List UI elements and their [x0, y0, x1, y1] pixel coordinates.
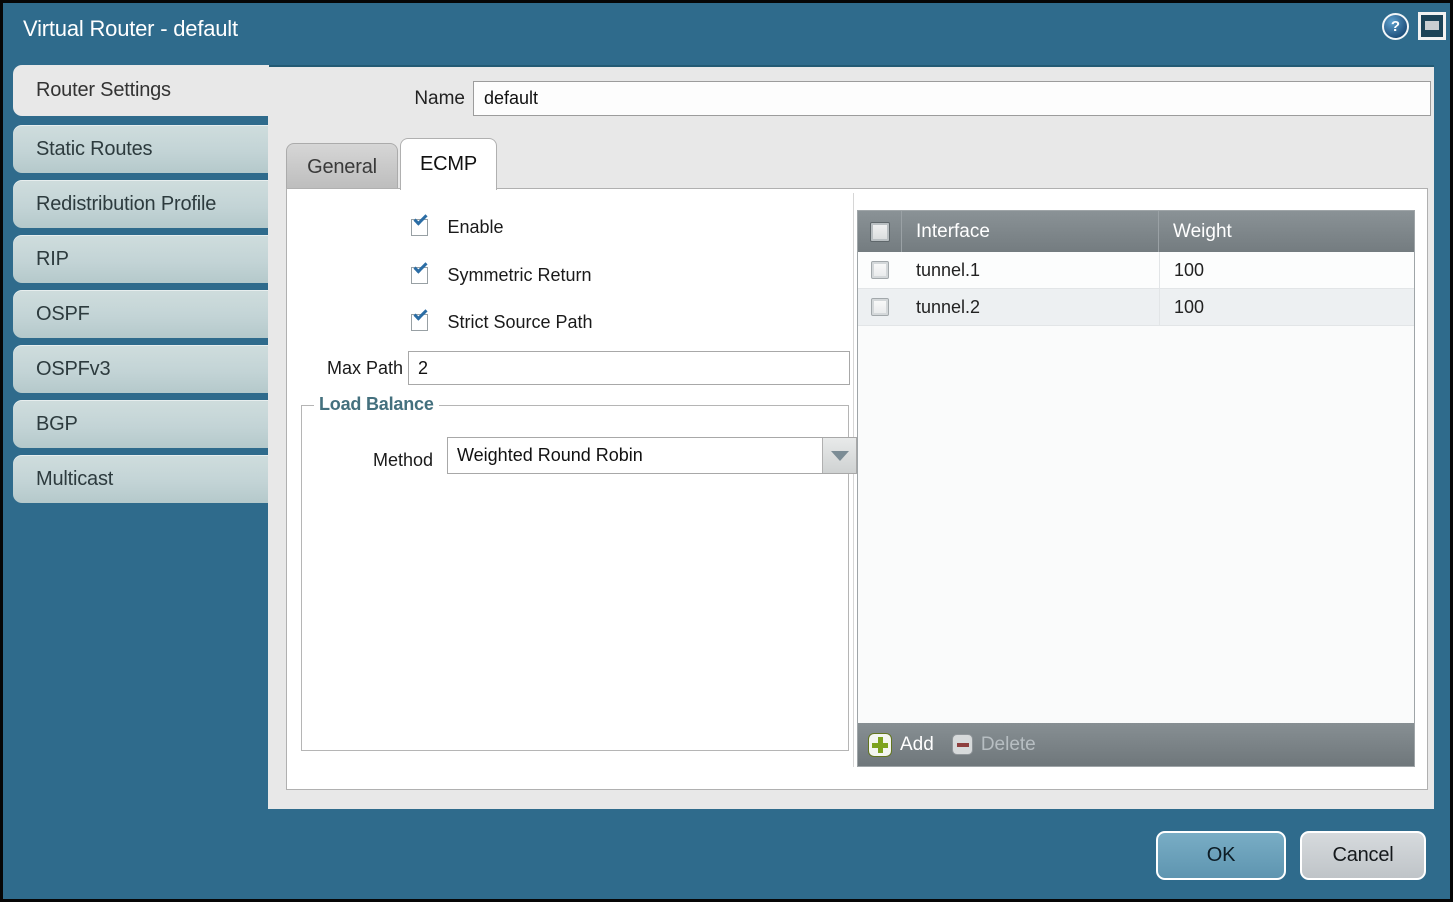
table-empty-area	[858, 326, 1414, 723]
cancel-button[interactable]: Cancel	[1300, 831, 1426, 880]
row-checkbox-cell	[858, 261, 902, 279]
weight-cell: 100	[1159, 289, 1414, 325]
enable-checkbox[interactable]	[411, 219, 428, 236]
ecmp-interface-table: Interface Weight tunnel.1 100 tunnel.2 1…	[857, 210, 1415, 767]
column-header-interface[interactable]: Interface	[902, 211, 1159, 252]
strict-source-path-row: Strict Source Path	[411, 312, 593, 334]
table-row[interactable]: tunnel.1 100	[858, 252, 1414, 289]
check-icon	[413, 306, 427, 320]
ecmp-form-region: Enable Symmetric Return Strict Source Pa…	[287, 193, 854, 767]
enable-row: Enable	[411, 217, 504, 239]
sidebar-item-rip[interactable]: RIP	[13, 235, 268, 283]
ecmp-tab-content: Enable Symmetric Return Strict Source Pa…	[286, 188, 1428, 790]
tab-ecmp[interactable]: ECMP	[400, 138, 497, 190]
symmetric-return-row: Symmetric Return	[411, 265, 591, 287]
help-icon[interactable]: ?	[1382, 13, 1409, 40]
tab-general[interactable]: General	[286, 143, 398, 189]
minus-icon	[952, 734, 973, 755]
load-balance-legend: Load Balance	[314, 394, 439, 415]
plus-icon	[868, 733, 892, 757]
symmetric-return-label: Symmetric Return	[447, 265, 591, 286]
sidebar-item-bgp[interactable]: BGP	[13, 400, 268, 448]
add-button-label: Add	[900, 734, 934, 756]
sidebar-item-router-settings[interactable]: Router Settings	[13, 65, 269, 116]
method-dropdown[interactable]: Weighted Round Robin	[447, 437, 857, 474]
sidebar-item-multicast[interactable]: Multicast	[13, 455, 268, 503]
load-balance-fieldset: Load Balance Method Weighted Round Robin	[301, 405, 849, 751]
delete-button-label: Delete	[981, 734, 1036, 756]
table-row[interactable]: tunnel.2 100	[858, 289, 1414, 326]
sidebar-item-ospf[interactable]: OSPF	[13, 290, 268, 338]
name-input[interactable]	[473, 81, 1431, 116]
check-icon	[413, 259, 427, 273]
check-icon	[413, 211, 427, 225]
ok-button[interactable]: OK	[1156, 831, 1286, 880]
popout-window-icon-bar	[1425, 21, 1439, 30]
sidebar-item-redistribution-profile[interactable]: Redistribution Profile	[13, 180, 268, 228]
symmetric-return-checkbox[interactable]	[411, 267, 428, 284]
dialog-title: Virtual Router - default	[23, 16, 238, 42]
table-header-checkbox-cell	[858, 211, 902, 252]
name-label: Name	[333, 88, 465, 110]
add-button[interactable]: Add	[868, 733, 934, 757]
row-checkbox[interactable]	[871, 298, 889, 316]
row-checkbox[interactable]	[871, 261, 889, 279]
method-dropdown-value: Weighted Round Robin	[457, 445, 643, 466]
interface-cell: tunnel.2	[902, 297, 1159, 318]
max-path-input[interactable]	[408, 351, 850, 385]
chevron-down-icon	[831, 451, 849, 461]
sidebar-item-static-routes[interactable]: Static Routes	[13, 125, 268, 173]
strict-source-path-label: Strict Source Path	[447, 312, 592, 333]
popout-window-icon[interactable]	[1418, 12, 1446, 40]
select-all-checkbox[interactable]	[870, 222, 890, 242]
method-label: Method	[338, 450, 433, 471]
enable-label: Enable	[447, 217, 503, 238]
column-header-weight[interactable]: Weight	[1159, 211, 1414, 252]
weight-cell: 100	[1159, 252, 1414, 288]
strict-source-path-checkbox[interactable]	[411, 314, 428, 331]
delete-button[interactable]: Delete	[952, 734, 1036, 756]
table-footer-toolbar: Add Delete	[858, 723, 1414, 766]
table-header: Interface Weight	[858, 211, 1414, 252]
max-path-label: Max Path	[307, 358, 403, 379]
virtual-router-dialog: Virtual Router - default ? Router Settin…	[0, 0, 1453, 902]
method-dropdown-button[interactable]	[822, 438, 856, 473]
row-checkbox-cell	[858, 298, 902, 316]
sidebar-item-ospfv3[interactable]: OSPFv3	[13, 345, 268, 393]
interface-cell: tunnel.1	[902, 260, 1159, 281]
